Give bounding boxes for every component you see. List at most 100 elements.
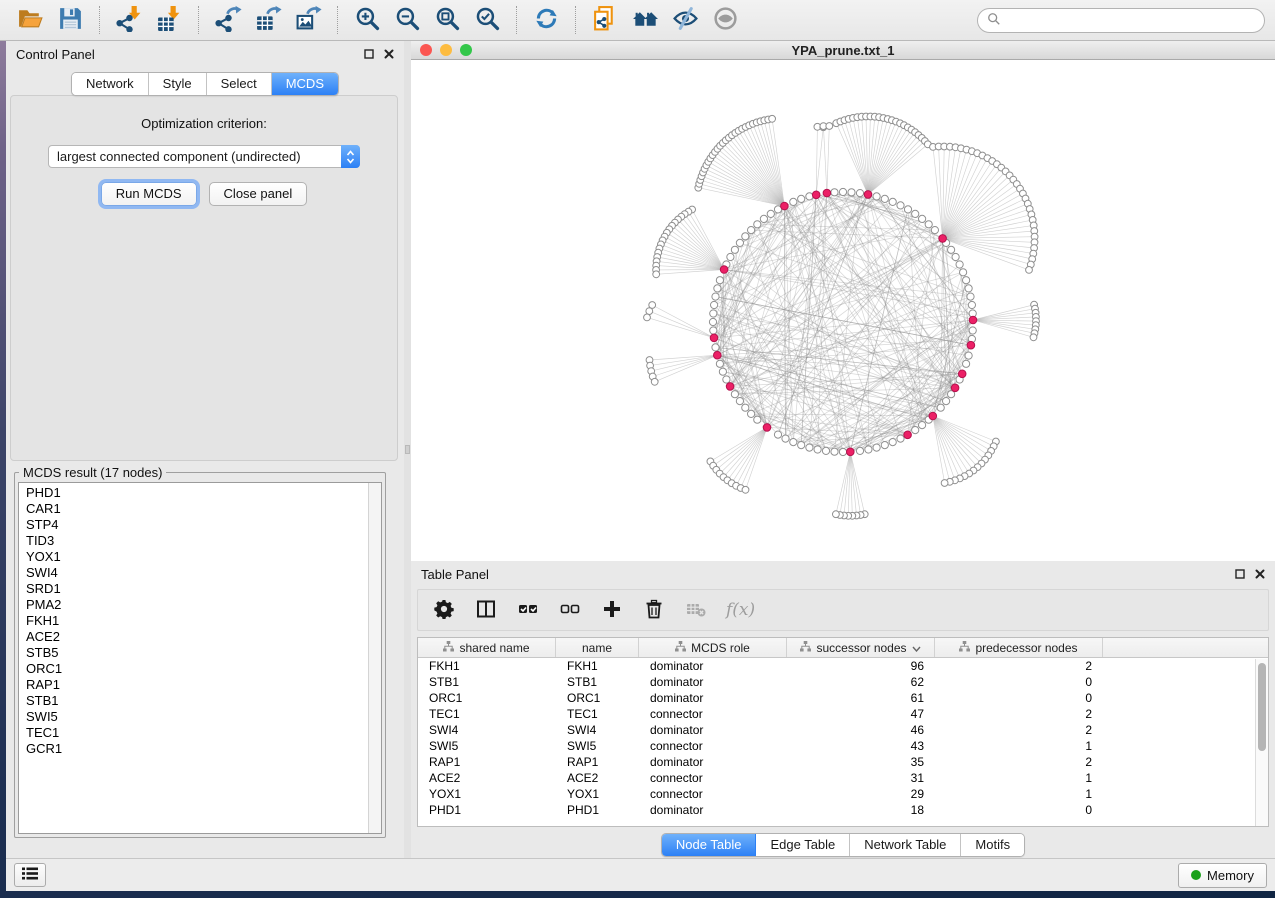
cell-successor-nodes[interactable]: 96: [787, 658, 935, 674]
tab-network-table[interactable]: Network Table: [850, 834, 961, 856]
result-list-item[interactable]: ORC1: [26, 661, 381, 677]
cell-predecessor-nodes[interactable]: 0: [935, 690, 1103, 706]
result-list-item[interactable]: PHD1: [26, 485, 381, 501]
open-file-button[interactable]: [10, 3, 50, 37]
tab-edge-table[interactable]: Edge Table: [756, 834, 850, 856]
tab-network[interactable]: Network: [72, 73, 149, 95]
result-list-scrollbar[interactable]: [368, 483, 381, 833]
table-row[interactable]: SWI4SWI4dominator462: [418, 722, 1268, 738]
search-box[interactable]: [977, 8, 1265, 33]
optimization-criterion-select[interactable]: largest connected component (undirected): [48, 145, 360, 168]
deselect-all-button[interactable]: [558, 598, 582, 622]
cell-shared-name[interactable]: TEC1: [418, 706, 556, 722]
cell-MCDS-role[interactable]: dominator: [639, 754, 787, 770]
table-row[interactable]: PHD1PHD1dominator180: [418, 802, 1268, 818]
cell-MCDS-role[interactable]: dominator: [639, 690, 787, 706]
result-list-item[interactable]: STP4: [26, 517, 381, 533]
cell-MCDS-role[interactable]: dominator: [639, 722, 787, 738]
close-panel-icon[interactable]: [384, 49, 394, 59]
select-all-button[interactable]: [516, 598, 540, 622]
cell-predecessor-nodes[interactable]: 1: [935, 786, 1103, 802]
split-columns-button[interactable]: [474, 598, 498, 622]
cell-MCDS-role[interactable]: connector: [639, 706, 787, 722]
import-table-button[interactable]: [149, 3, 189, 37]
zoom-out-button[interactable]: [387, 3, 427, 37]
scrollbar-thumb[interactable]: [1258, 663, 1266, 751]
tab-style[interactable]: Style: [149, 73, 207, 95]
table-row[interactable]: STB1STB1dominator620: [418, 674, 1268, 690]
hide-selection-button[interactable]: [665, 3, 705, 37]
cell-successor-nodes[interactable]: 18: [787, 802, 935, 818]
float-panel-icon[interactable]: [1235, 569, 1245, 579]
cell-predecessor-nodes[interactable]: 2: [935, 658, 1103, 674]
column-header-predecessor-nodes[interactable]: predecessor nodes: [935, 638, 1103, 657]
result-list-item[interactable]: TID3: [26, 533, 381, 549]
network-canvas[interactable]: [411, 60, 1275, 561]
vertical-splitter[interactable]: [404, 41, 411, 858]
settings-button[interactable]: [432, 598, 456, 622]
close-panel-icon[interactable]: [1255, 569, 1265, 579]
cell-MCDS-role[interactable]: dominator: [639, 658, 787, 674]
cell-name[interactable]: RAP1: [556, 754, 639, 770]
column-header-MCDS-role[interactable]: MCDS role: [639, 638, 787, 657]
cell-shared-name[interactable]: SWI4: [418, 722, 556, 738]
result-list-item[interactable]: CAR1: [26, 501, 381, 517]
memory-button[interactable]: Memory: [1178, 863, 1267, 888]
zoom-fit-button[interactable]: [427, 3, 467, 37]
zoom-selected-button[interactable]: [467, 3, 507, 37]
cell-name[interactable]: SWI4: [556, 722, 639, 738]
cell-shared-name[interactable]: YOX1: [418, 786, 556, 802]
cell-name[interactable]: ACE2: [556, 770, 639, 786]
cell-shared-name[interactable]: STB1: [418, 674, 556, 690]
tab-motifs[interactable]: Motifs: [961, 834, 1024, 856]
zoom-in-button[interactable]: [347, 3, 387, 37]
tab-select[interactable]: Select: [207, 73, 272, 95]
cell-MCDS-role[interactable]: dominator: [639, 802, 787, 818]
tab-mcds[interactable]: MCDS: [272, 73, 338, 95]
result-list-item[interactable]: RAP1: [26, 677, 381, 693]
cell-predecessor-nodes[interactable]: 0: [935, 674, 1103, 690]
export-table-button[interactable]: [248, 3, 288, 37]
cell-successor-nodes[interactable]: 46: [787, 722, 935, 738]
cell-shared-name[interactable]: RAP1: [418, 754, 556, 770]
cell-successor-nodes[interactable]: 31: [787, 770, 935, 786]
column-header-name[interactable]: name: [556, 638, 639, 657]
delete-row-button[interactable]: [642, 598, 666, 622]
result-list-item[interactable]: STB1: [26, 693, 381, 709]
cell-successor-nodes[interactable]: 35: [787, 754, 935, 770]
splitter-grip[interactable]: [405, 445, 410, 454]
close-panel-button[interactable]: Close panel: [209, 182, 308, 206]
export-image-button[interactable]: [288, 3, 328, 37]
save-session-button[interactable]: [50, 3, 90, 37]
cell-successor-nodes[interactable]: 47: [787, 706, 935, 722]
cell-MCDS-role[interactable]: connector: [639, 738, 787, 754]
cell-name[interactable]: YOX1: [556, 786, 639, 802]
table-row[interactable]: YOX1YOX1connector291: [418, 786, 1268, 802]
column-header-shared-name[interactable]: shared name: [418, 638, 556, 657]
export-network-button[interactable]: [208, 3, 248, 37]
cell-MCDS-role[interactable]: connector: [639, 770, 787, 786]
task-history-button[interactable]: [14, 863, 46, 887]
cell-shared-name[interactable]: SWI5: [418, 738, 556, 754]
run-mcds-button[interactable]: Run MCDS: [101, 182, 197, 206]
cell-shared-name[interactable]: ACE2: [418, 770, 556, 786]
cell-successor-nodes[interactable]: 43: [787, 738, 935, 754]
column-header-successor-nodes[interactable]: successor nodes: [787, 638, 935, 657]
cell-name[interactable]: SWI5: [556, 738, 639, 754]
first-neighbors-button[interactable]: [625, 3, 665, 37]
cell-predecessor-nodes[interactable]: 2: [935, 706, 1103, 722]
cell-predecessor-nodes[interactable]: 2: [935, 722, 1103, 738]
result-list-item[interactable]: TEC1: [26, 725, 381, 741]
cell-predecessor-nodes[interactable]: 1: [935, 770, 1103, 786]
table-row[interactable]: SWI5SWI5connector431: [418, 738, 1268, 754]
cell-predecessor-nodes[interactable]: 1: [935, 738, 1103, 754]
cell-name[interactable]: STB1: [556, 674, 639, 690]
result-list-item[interactable]: GCR1: [26, 741, 381, 757]
cell-successor-nodes[interactable]: 61: [787, 690, 935, 706]
cell-predecessor-nodes[interactable]: 2: [935, 754, 1103, 770]
cell-shared-name[interactable]: ORC1: [418, 690, 556, 706]
table-row[interactable]: RAP1RAP1dominator352: [418, 754, 1268, 770]
table-row[interactable]: TEC1TEC1connector472: [418, 706, 1268, 722]
result-list-item[interactable]: PMA2: [26, 597, 381, 613]
result-list-item[interactable]: YOX1: [26, 549, 381, 565]
